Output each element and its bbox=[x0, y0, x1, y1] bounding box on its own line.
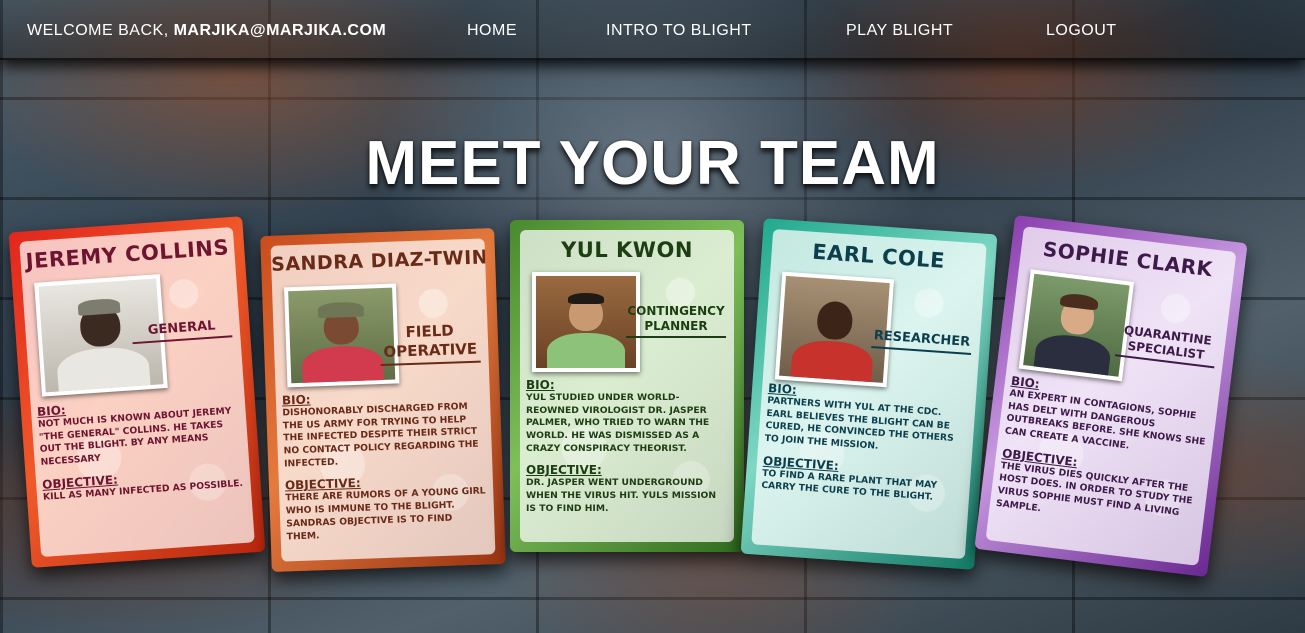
bio-label: BIO: bbox=[526, 378, 555, 392]
cap-icon bbox=[77, 297, 121, 316]
objective-text: DR. JASPER WENT UNDERGROUND WHEN THE VIR… bbox=[526, 477, 717, 514]
card-inner: EARL COLE RESEARCHER BIO: PARTNERS WITH … bbox=[751, 228, 987, 560]
character-portrait bbox=[1018, 269, 1135, 382]
card-body: BIO: YUL STUDIED UNDER WORLD-REOWNED VIR… bbox=[526, 378, 728, 524]
nav-home-link[interactable]: HOME bbox=[467, 22, 517, 40]
card-inner: JEREMY COLLINS GENERAL BIO: NOT MUCH IS … bbox=[19, 226, 255, 558]
card-body: BIO: PARTNERS WITH YUL AT THE CDC. EARL … bbox=[760, 381, 970, 515]
bio-text: YUL STUDIED UNDER WORLD-REOWNED VIROLOGI… bbox=[526, 392, 710, 454]
character-portrait bbox=[532, 272, 640, 372]
character-role: CONTINGENCY PLANNER bbox=[626, 304, 726, 338]
character-name: JEREMY COLLINS bbox=[24, 235, 230, 274]
card-inner: YUL KWON CONTINGENCY PLANNER BIO: YUL ST… bbox=[520, 230, 734, 542]
welcome-user: MARJIKA@MARJIKA.COM bbox=[173, 22, 387, 39]
nav-logout-link[interactable]: LOGOUT bbox=[1046, 22, 1117, 40]
character-card-yul-kwon[interactable]: YUL KWON CONTINGENCY PLANNER BIO: YUL ST… bbox=[510, 220, 744, 552]
character-name: YUL KWON bbox=[561, 238, 693, 262]
page-title: MEET YOUR TEAM bbox=[365, 129, 940, 198]
character-role: FIELD OPERATIVE bbox=[379, 320, 481, 366]
character-card-earl-cole[interactable]: EARL COLE RESEARCHER BIO: PARTNERS WITH … bbox=[740, 218, 998, 570]
character-card-sophie-clark[interactable]: SOPHIE CLARK QUARANTINE SPECIALIST BIO: … bbox=[974, 214, 1248, 578]
bio-text: DISHONORABLY DISCHARGED FROM THE US ARMY… bbox=[282, 401, 479, 470]
welcome-prefix: WELCOME BACK, bbox=[27, 22, 174, 39]
character-role: QUARANTINE SPECIALIST bbox=[1114, 322, 1219, 369]
card-body: BIO: AN EXPERT IN CONTAGIONS, SOPHIE HAS… bbox=[994, 374, 1212, 543]
top-navigation: WELCOME BACK, MARJIKA@MARJIKA.COM HOME I… bbox=[0, 0, 1305, 60]
objective-text: THERE ARE RUMORS OF A YOUNG GIRL WHO IS … bbox=[285, 485, 486, 542]
portrait-torso bbox=[547, 333, 625, 368]
portrait-photo bbox=[1023, 273, 1130, 377]
nav-play-link[interactable]: PLAY BLIGHT bbox=[846, 22, 953, 40]
nav-intro-link[interactable]: INTRO TO BLIGHT bbox=[606, 22, 752, 40]
portrait-torso bbox=[1032, 331, 1113, 377]
character-card-jeremy-collins[interactable]: JEREMY COLLINS GENERAL BIO: NOT MUCH IS … bbox=[8, 216, 266, 568]
character-card-sandra-diaz-twine[interactable]: SANDRA DIAZ-TWINE FIELD OPERATIVE BIO: D… bbox=[260, 228, 506, 572]
portrait-photo bbox=[536, 276, 636, 368]
cap-icon bbox=[317, 301, 364, 318]
welcome-message: WELCOME BACK, MARJIKA@MARJIKA.COM bbox=[27, 22, 386, 40]
portrait-head bbox=[816, 300, 855, 341]
character-name: SANDRA DIAZ-TWINE bbox=[270, 245, 496, 276]
portrait-torso bbox=[790, 338, 875, 383]
portrait-torso bbox=[301, 345, 385, 384]
card-body: BIO: DISHONORABLY DISCHARGED FROM THE US… bbox=[282, 386, 489, 551]
card-inner: SANDRA DIAZ-TWINE FIELD OPERATIVE BIO: D… bbox=[270, 238, 496, 562]
card-body: BIO: NOT MUCH IS KNOWN ABOUT JEREMY "THE… bbox=[37, 391, 246, 512]
hair-icon bbox=[568, 292, 604, 304]
character-name: EARL COLE bbox=[811, 239, 946, 273]
card-inner: SOPHIE CLARK QUARANTINE SPECIALIST BIO: … bbox=[985, 226, 1237, 566]
objective-label: OBJECTIVE: bbox=[526, 463, 602, 478]
portrait-torso bbox=[55, 344, 152, 393]
